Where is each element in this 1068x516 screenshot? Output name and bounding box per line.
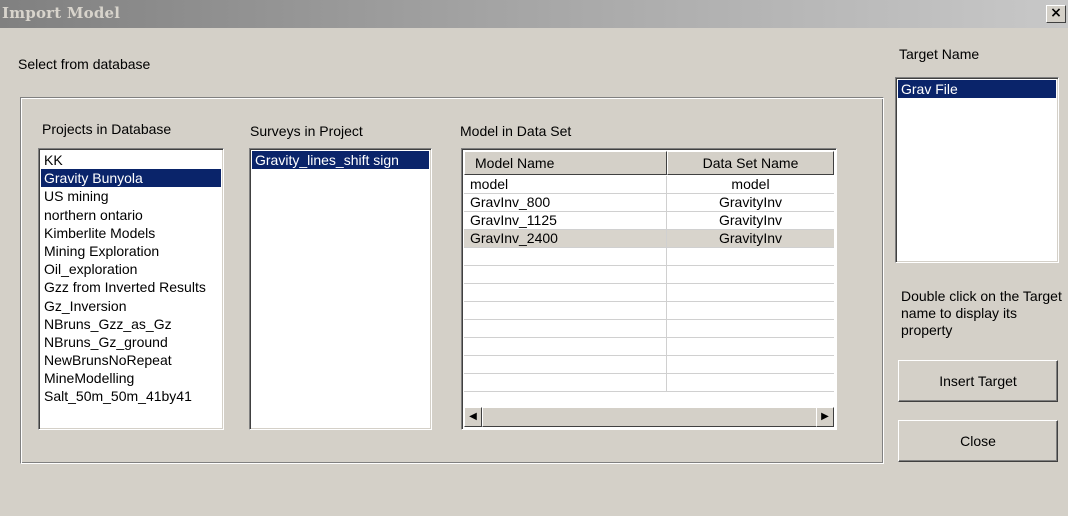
target-name-label: Target Name xyxy=(899,46,980,62)
model-name-cell xyxy=(464,284,667,301)
data-set-name-cell xyxy=(667,248,834,265)
project-list-item[interactable]: MineModelling xyxy=(41,369,221,387)
scrollbar-thumb[interactable] xyxy=(482,407,818,427)
project-list-item[interactable]: Salt_50m_50m_41by41 xyxy=(41,387,221,405)
survey-list-item[interactable]: Gravity_lines_shift sign xyxy=(252,151,429,170)
target-hint-text: Double click on the Target name to displ… xyxy=(901,288,1062,338)
model-name-cell xyxy=(464,266,667,283)
grid-body: model model GravInv_800 GravityInv GravInv_1… xyxy=(464,176,834,392)
models-label: Model in Data Set xyxy=(460,123,572,139)
import-model-dialog: Import Model × Select from database Proj… xyxy=(0,0,1068,516)
model-name-cell xyxy=(464,356,667,373)
data-set-name-cell: GravityInv xyxy=(718,194,782,210)
project-list-item[interactable]: US mining xyxy=(41,187,221,205)
project-list-item[interactable]: Gzz from Inverted Results xyxy=(41,278,221,296)
model-name-cell xyxy=(464,302,667,319)
model-name-cell: GravInv_2400 xyxy=(464,230,667,247)
project-list-item[interactable]: KK xyxy=(41,151,221,169)
table-row[interactable] xyxy=(464,356,834,374)
target-list-item[interactable]: Grav File xyxy=(898,80,1056,99)
projects-label: Projects in Database xyxy=(42,121,172,137)
table-row[interactable] xyxy=(464,338,834,356)
window-title: Import Model xyxy=(2,4,121,22)
model-grid[interactable]: Model Name Data Set Name model model GravI… xyxy=(461,148,837,430)
project-list-item[interactable]: Gz_Inversion xyxy=(41,297,221,315)
column-header-data-set-name[interactable]: Data Set Name xyxy=(667,151,834,175)
table-row[interactable] xyxy=(464,248,834,266)
project-list-item[interactable]: Oil_exploration xyxy=(41,260,221,278)
project-list-item[interactable]: NBruns_Gz_ground xyxy=(41,333,221,351)
horizontal-scrollbar[interactable]: ◀ ▶ xyxy=(464,407,834,427)
data-set-name-cell xyxy=(667,284,834,301)
scroll-right-icon[interactable]: ▶ xyxy=(816,407,834,427)
model-name-cell xyxy=(464,338,667,355)
project-list-item[interactable]: Kimberlite Models xyxy=(41,224,221,242)
project-list-item[interactable]: Gravity Bunyola xyxy=(41,169,221,188)
projects-listbox[interactable]: KK Gravity Bunyola US mining northern ontar… xyxy=(38,148,224,430)
table-row[interactable]: model model xyxy=(464,176,834,194)
data-set-name-cell: GravityInv xyxy=(718,230,782,246)
data-set-name-cell: model xyxy=(731,176,770,192)
project-list-item[interactable]: Mining Exploration xyxy=(41,242,221,260)
close-button[interactable]: Close xyxy=(898,420,1058,462)
select-from-database-label: Select from database xyxy=(18,56,151,72)
model-name-cell xyxy=(464,320,667,337)
data-set-name-cell xyxy=(667,266,834,283)
surveys-label: Surveys in Project xyxy=(250,123,363,139)
table-row[interactable]: GravInv_800 GravityInv xyxy=(464,194,834,212)
table-row[interactable]: GravInv_1125 GravityInv xyxy=(464,212,834,230)
data-set-name-cell xyxy=(667,374,834,391)
data-set-name-cell xyxy=(667,320,834,337)
table-row[interactable] xyxy=(464,320,834,338)
model-name-cell: GravInv_1125 xyxy=(464,212,667,229)
data-set-name-cell xyxy=(667,356,834,373)
model-name-cell xyxy=(464,248,667,265)
table-row[interactable] xyxy=(464,266,834,284)
table-row[interactable] xyxy=(464,302,834,320)
project-list-item[interactable]: northern ontario xyxy=(41,206,221,224)
surveys-listbox[interactable]: Gravity_lines_shift sign xyxy=(249,148,432,430)
grid-header: Model Name Data Set Name xyxy=(464,151,834,175)
project-list-item[interactable]: NBruns_Gzz_as_Gz xyxy=(41,315,221,333)
data-set-name-cell xyxy=(667,338,834,355)
close-icon[interactable]: × xyxy=(1046,5,1066,23)
project-list-item[interactable]: NewBrunsNoRepeat xyxy=(41,351,221,369)
scroll-left-icon[interactable]: ◀ xyxy=(464,407,482,427)
table-row[interactable] xyxy=(464,284,834,302)
model-name-cell: model xyxy=(464,176,667,193)
column-header-model-name[interactable]: Model Name xyxy=(464,151,667,175)
insert-target-button[interactable]: Insert Target xyxy=(898,360,1058,402)
data-set-name-cell: GravityInv xyxy=(718,212,782,228)
data-set-name-cell xyxy=(667,302,834,319)
target-listbox[interactable]: Grav File xyxy=(895,77,1059,263)
model-name-cell: GravInv_800 xyxy=(464,194,667,211)
table-row[interactable] xyxy=(464,374,834,392)
model-name-cell xyxy=(464,374,667,391)
title-bar[interactable]: Import Model × xyxy=(0,0,1068,28)
table-row[interactable]: GravInv_2400 GravityInv xyxy=(464,230,834,248)
